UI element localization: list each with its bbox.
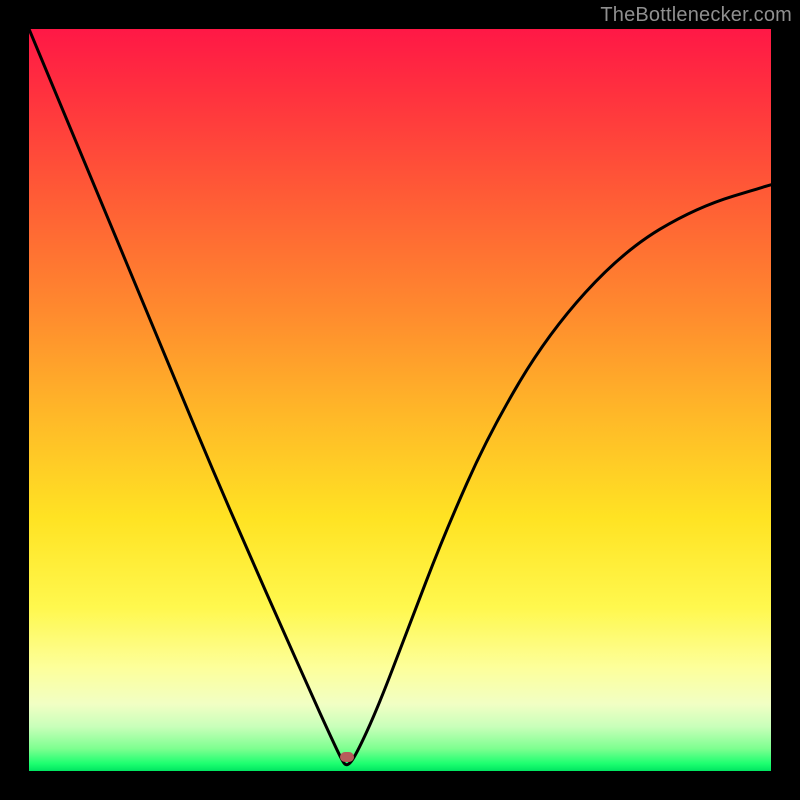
min-marker <box>340 752 354 762</box>
chart-frame: TheBottlenecker.com <box>0 0 800 800</box>
bottleneck-curve <box>29 29 771 771</box>
plot-area <box>29 29 771 771</box>
watermark-text: TheBottlenecker.com <box>600 4 792 27</box>
